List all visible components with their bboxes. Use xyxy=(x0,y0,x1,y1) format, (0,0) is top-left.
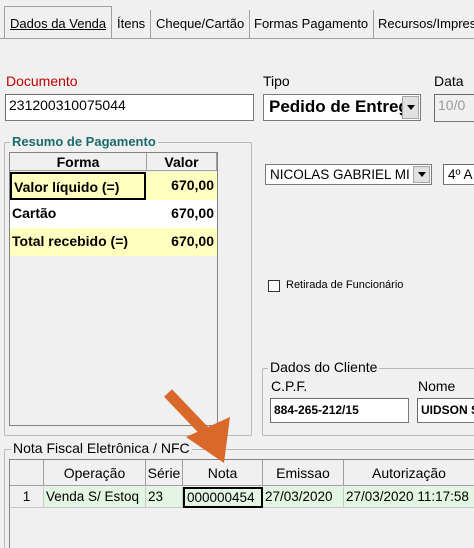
operacao-cell[interactable]: Venda S/ Estoq xyxy=(44,487,146,508)
nome-label: Nome xyxy=(418,378,456,394)
autorizacao-cell[interactable]: 27/03/2020 11:17:58 xyxy=(344,487,474,508)
retirada-label: Retirada de Funcionário xyxy=(286,279,404,291)
data-label: Data xyxy=(434,73,464,89)
valor-column-header[interactable]: Valor xyxy=(147,153,217,171)
vendedor-dropdown-button[interactable] xyxy=(413,166,430,183)
payment-row[interactable]: Valor líquido (=) 670,00 xyxy=(10,172,217,200)
valor-cell[interactable]: 670,00 xyxy=(146,172,217,200)
tab-cheque-cartao[interactable]: Cheque/Cartão xyxy=(151,10,251,38)
tab-bar: Dados da Venda Ítens Cheque/Cartão Forma… xyxy=(0,0,474,39)
retirada-checkbox[interactable] xyxy=(268,280,280,292)
forma-column-header[interactable]: Forma xyxy=(10,153,147,171)
row-number: 1 xyxy=(10,487,44,508)
payment-row[interactable]: Cartão 670,00 xyxy=(10,200,217,228)
tipo-combo[interactable]: Pedido de Entreg xyxy=(263,94,421,121)
tab-formas-pagamento[interactable]: Formas Pagamento xyxy=(249,10,375,38)
nfe-grid[interactable]: Operação Série Nota Emissao Autorização … xyxy=(9,459,474,548)
valor-cell[interactable]: 670,00 xyxy=(146,200,217,228)
emissao-column-header[interactable]: Emissao xyxy=(263,460,344,486)
cpf-field[interactable]: 884-265-212/15 xyxy=(270,398,409,423)
data-field[interactable]: 10/0 xyxy=(434,94,474,122)
tab-itens[interactable]: Ítens xyxy=(112,10,152,38)
documento-field[interactable]: 231200310075044 xyxy=(5,94,254,121)
vendedor-value: NICOLAS GABRIEL MI xyxy=(270,167,410,182)
forma-cell[interactable]: Cartão xyxy=(10,200,146,228)
tipo-label: Tipo xyxy=(263,73,290,89)
forma-cell[interactable]: Valor líquido (=) xyxy=(10,172,146,200)
vendedor-combo[interactable]: NICOLAS GABRIEL MI xyxy=(265,164,432,185)
tipo-value: Pedido de Entreg xyxy=(269,97,409,116)
nota-cell[interactable]: 000000454 xyxy=(183,487,263,508)
operacao-column-header[interactable]: Operação xyxy=(44,460,146,486)
secondary-combo[interactable]: 4º A xyxy=(443,164,474,185)
chevron-down-icon xyxy=(417,172,426,177)
cpf-label: C.P.F. xyxy=(271,378,308,394)
resumo-pagamento-title: Resumo de Pagamento xyxy=(10,134,158,149)
payment-row[interactable]: Total recebido (=) 670,00 xyxy=(10,228,217,256)
dados-cliente-title: Dados do Cliente xyxy=(268,359,380,375)
nome-field[interactable]: UIDSON S xyxy=(417,398,474,423)
serie-cell[interactable]: 23 xyxy=(146,487,183,508)
valor-cell[interactable]: 670,00 xyxy=(146,228,217,256)
arrow-annotation-icon xyxy=(164,389,230,463)
tab-recursos-impressao[interactable]: Recursos/Impres xyxy=(373,10,474,38)
documento-label: Documento xyxy=(6,73,78,89)
tab-dados-da-venda[interactable]: Dados da Venda xyxy=(4,6,113,39)
chevron-down-icon xyxy=(406,105,415,110)
tipo-dropdown-button[interactable] xyxy=(402,96,419,119)
forma-cell[interactable]: Total recebido (=) xyxy=(10,228,146,256)
emissao-cell[interactable]: 27/03/2020 xyxy=(263,487,344,508)
row-indicator-header xyxy=(10,460,44,486)
tab-divider xyxy=(0,38,474,39)
autorizacao-column-header[interactable]: Autorização xyxy=(344,460,474,486)
